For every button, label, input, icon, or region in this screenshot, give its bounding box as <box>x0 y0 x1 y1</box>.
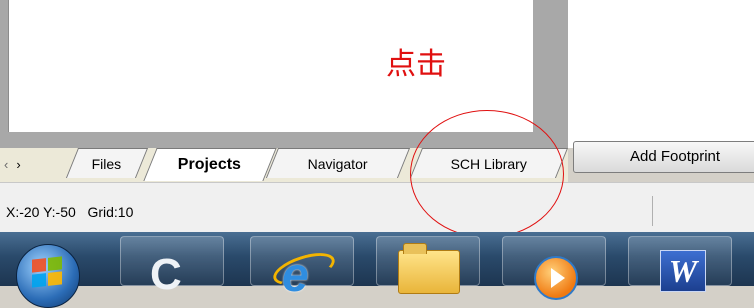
c-app-icon: C <box>150 250 182 299</box>
status-text: X:-20 Y:-50 Grid:10 <box>6 204 133 220</box>
status-coords: X:-20 Y:-50 <box>6 204 76 220</box>
status-divider <box>652 196 653 226</box>
tab-label: Navigator <box>307 155 368 172</box>
right-pane <box>568 0 754 148</box>
tab-nav-arrows: ‹ › <box>4 154 21 174</box>
windows-logo-icon <box>32 256 62 288</box>
tab-files[interactable]: Files <box>65 148 149 178</box>
tab-next-icon[interactable]: › <box>16 157 20 172</box>
add-footprint-button[interactable]: Add Footprint <box>573 141 754 173</box>
folder-icon <box>398 243 460 294</box>
canvas-area[interactable] <box>8 0 533 132</box>
media-player-icon <box>534 256 578 300</box>
annotation-text: 点击 <box>386 47 446 82</box>
tab-label: Projects <box>178 156 242 173</box>
tab-projects[interactable]: Projects <box>143 148 277 181</box>
tab-label: Files <box>92 155 122 172</box>
tab-prev-icon[interactable]: ‹ <box>4 157 8 172</box>
internet-explorer-icon: e <box>282 249 309 302</box>
status-grid: Grid:10 <box>87 204 134 220</box>
tab-navigator[interactable]: Navigator <box>265 148 411 178</box>
annotation-circle <box>410 110 564 238</box>
